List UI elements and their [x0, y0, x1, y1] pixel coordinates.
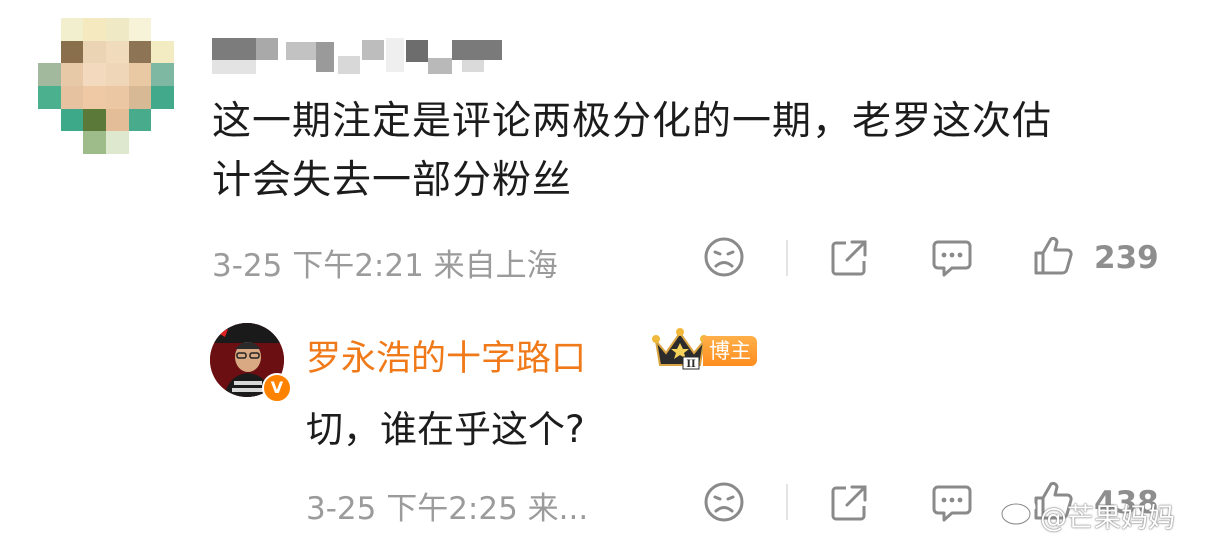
avatar-pixelated[interactable] [38, 18, 174, 154]
comment-text-line-1: 这一期注定是评论两极分化的一期，老罗这次估 [212, 99, 1053, 144]
like-count: 239 [1094, 240, 1159, 276]
verified-v-icon: V [262, 373, 292, 403]
reply-meta: 3-25 下午2:25 来... [306, 491, 589, 527]
comment-text-line-2: 计会失去一部分粉丝 [212, 158, 573, 203]
divider [786, 240, 788, 276]
sad-face-icon[interactable] [703, 236, 745, 278]
username-pixelated[interactable] [212, 38, 502, 78]
divider [786, 484, 788, 520]
thumbs-up-icon[interactable] [1031, 234, 1075, 278]
blogger-badge: 博主 [703, 336, 757, 366]
reply-text: 切，谁在乎这个? [306, 408, 585, 451]
comment-icon[interactable] [930, 482, 974, 524]
watermark: @芒果妈妈 [1040, 503, 1175, 534]
weibo-logo-icon [1000, 496, 1036, 526]
share-icon[interactable] [828, 237, 870, 279]
crown-icon: II [652, 328, 708, 370]
comment-icon[interactable] [930, 237, 974, 279]
sad-face-icon[interactable] [703, 481, 745, 523]
comment-meta: 3-25 下午2:21 来自上海 [212, 248, 558, 284]
share-icon[interactable] [828, 482, 870, 524]
reply-author-name[interactable]: 罗永浩的十字路口 [306, 330, 586, 381]
crown-level: II [686, 359, 696, 370]
